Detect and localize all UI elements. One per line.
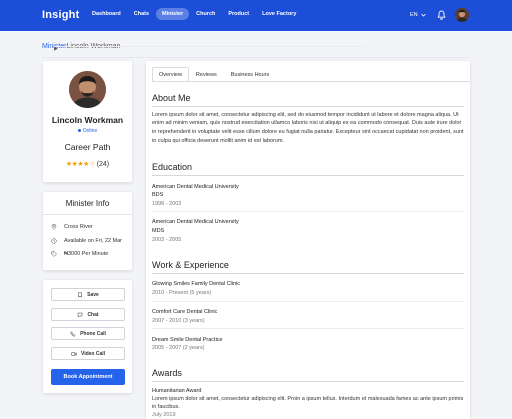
profile-name: Lincoln Workman	[51, 115, 124, 125]
price-tag-icon	[51, 251, 57, 257]
experience-period: 2005 - 2007 (2 years)	[152, 345, 205, 351]
info-availability-text: Available on Fri, 22 Mar	[64, 237, 122, 244]
bookmark-icon	[78, 292, 82, 297]
education-heading: Education	[152, 162, 193, 172]
tab-business-hours[interactable]: Business Hours	[224, 67, 277, 81]
info-rate-text: ₦3000 Per Minute	[64, 251, 109, 257]
experience-place: Comfort Care Dental Clinic	[152, 309, 218, 315]
experience-place: Dream Smile Dental Practice	[152, 336, 223, 343]
video-camera-icon	[71, 351, 77, 356]
award-date: July 2019	[152, 412, 176, 418]
nav-item-love-factory[interactable]: Love Factory	[256, 8, 302, 20]
map-pin-icon	[51, 224, 57, 230]
awards-heading: Awards	[152, 368, 182, 378]
info-availability: Available on Fri, 22 Mar	[51, 238, 122, 244]
main-nav: Dashboard Chats Minister Church Product …	[86, 8, 303, 20]
awards-divider	[152, 381, 464, 382]
top-navbar: Insight Dashboard Chats Minister Church …	[0, 0, 512, 31]
tab-overview[interactable]: Overview	[152, 67, 189, 81]
education-divider	[152, 175, 464, 176]
experience-divider	[152, 273, 464, 274]
experience-heading: Work & Experience	[152, 260, 229, 270]
video-call-label: Video Call	[80, 350, 106, 357]
experience-place: Glowing Smiles Family Dental Clinic	[152, 281, 241, 287]
education-school: American Dental Medical University	[152, 219, 239, 225]
education-degree: MDS	[152, 228, 165, 234]
nav-item-product[interactable]: Product	[222, 8, 255, 20]
save-label: Save	[87, 291, 99, 298]
info-rate: ₦3000 Per Minute	[51, 251, 108, 257]
about-heading: About Me	[152, 93, 191, 103]
nav-item-minister[interactable]: Minister	[156, 8, 190, 20]
experience-period: 2010 - Present (5 years)	[152, 289, 212, 296]
info-location-text: Cross River	[64, 224, 93, 230]
nav-item-church[interactable]: Church	[190, 8, 221, 20]
chevron-down-icon	[420, 13, 426, 17]
brand-logo[interactable]: Insight	[42, 9, 79, 21]
phone-icon	[70, 331, 76, 336]
language-label: EN	[410, 12, 418, 18]
nav-item-dashboard[interactable]: Dashboard	[86, 8, 127, 20]
chat-label: Chat	[87, 311, 99, 318]
book-appointment-button[interactable]: Book Appointment	[51, 369, 125, 385]
education-separator	[152, 211, 464, 212]
experience-separator	[152, 301, 464, 302]
education-degree: BDS	[152, 192, 164, 198]
clock-icon	[51, 237, 57, 244]
profile-photo	[69, 71, 106, 108]
bell-icon[interactable]	[437, 10, 446, 20]
tab-bar-underline	[152, 80, 470, 82]
actions-card: Save Chat Phone Call Video Call Book App…	[43, 280, 132, 393]
minister-info-divider	[43, 214, 132, 215]
breadcrumb-separator-icon: ▶	[54, 46, 366, 52]
profile-rating: ★★★★☆ (24)	[43, 160, 132, 168]
chat-bubble-icon	[78, 312, 83, 317]
minister-info-card: Minister Info Cross River Available on F…	[43, 192, 132, 270]
education-years: 2003 - 2005	[152, 236, 182, 243]
minister-info-title: Minister Info	[65, 199, 110, 208]
breadcrumb: Minister ▶ Lincoln Workman	[42, 43, 366, 52]
nav-item-chats[interactable]: Chats	[128, 8, 155, 20]
award-text: Lorem ipsum dolor sit amet, consectetur …	[152, 395, 464, 410]
star-rating-icon: ★★★★☆	[65, 161, 95, 168]
info-location: Cross River	[51, 224, 93, 230]
about-divider	[152, 106, 464, 107]
experience-period: 2007 - 2010 (3 years)	[152, 317, 205, 324]
overview-panel: Overview Reviews Business Hours About Me…	[146, 61, 470, 419]
online-dot-icon	[77, 129, 81, 133]
phone-call-button[interactable]: Phone Call	[51, 327, 125, 340]
review-count: (24)	[96, 161, 110, 168]
online-status: Online	[43, 128, 132, 134]
about-text: Lorem ipsum dolor sit amet, consectetur …	[152, 111, 464, 144]
experience-separator	[152, 328, 464, 329]
tab-bar: Overview Reviews Business Hours	[152, 67, 276, 81]
video-call-button[interactable]: Video Call	[51, 347, 125, 360]
profile-card: Lincoln Workman Online Career Path ★★★★☆…	[43, 61, 132, 182]
header-divider	[42, 57, 470, 58]
user-avatar[interactable]	[455, 8, 469, 22]
education-years: 1998 - 2003	[152, 200, 182, 207]
language-select[interactable]: EN	[410, 12, 426, 18]
phone-call-label: Phone Call	[80, 330, 106, 337]
profile-career-path: Career Path	[64, 142, 111, 152]
online-status-label: Online	[82, 128, 98, 134]
save-button[interactable]: Save	[51, 288, 125, 301]
education-school: American Dental Medical University	[152, 183, 239, 190]
chat-button[interactable]: Chat	[51, 308, 125, 321]
tab-reviews[interactable]: Reviews	[189, 67, 224, 81]
